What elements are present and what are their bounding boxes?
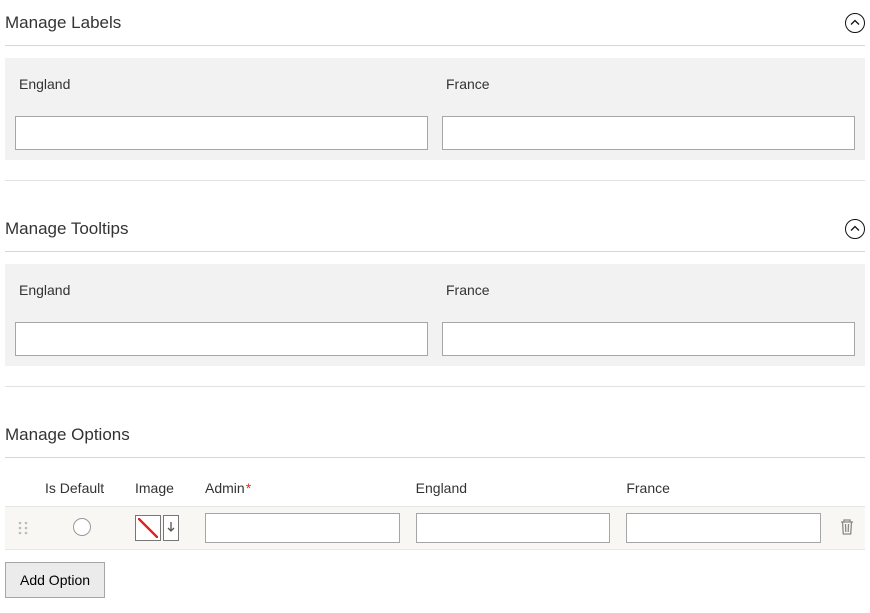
drag-handle[interactable] [13,520,29,536]
table-row [5,507,865,550]
drag-grip-icon [17,520,29,536]
image-placeholder[interactable] [135,515,161,541]
option-france-input[interactable] [626,513,821,543]
image-cell [135,515,189,541]
tooltips-store-cell: France [442,274,855,312]
delete-option-button[interactable] [839,518,855,536]
labels-store-cell: France [442,68,855,106]
tooltips-input-row [5,322,865,366]
manage-options-section: Manage Options Is Default Image Admin* E… [5,417,865,598]
label-france-input[interactable] [442,116,855,150]
tooltips-header-row: England France [5,264,865,322]
required-mark: * [246,480,251,496]
drag-cell [5,507,37,550]
chevron-up-icon [850,18,860,28]
admin-cell [197,507,408,550]
image-cell-td [127,507,197,550]
add-option-button[interactable]: Add Option [5,562,105,598]
labels-store-panel: England France [5,58,865,160]
delete-column-header [829,470,865,507]
image-download-button[interactable] [163,515,179,541]
store-label-england-tooltips: England [15,274,428,312]
admin-header-text: Admin [205,480,245,496]
options-table-body [5,507,865,550]
is-default-cell [37,507,127,550]
section-header: Manage Options [5,417,865,458]
drag-column-header [5,470,37,507]
tooltips-input-cell [15,322,428,356]
admin-header: Admin* [197,470,408,507]
section-spacer [5,180,865,181]
tooltips-input-cell [442,322,855,356]
tooltip-england-input[interactable] [15,322,428,356]
options-table-head: Is Default Image Admin* England France [5,470,865,507]
label-england-input[interactable] [15,116,428,150]
manage-tooltips-section: Manage Tooltips England France [5,211,865,387]
chevron-up-icon [850,224,860,234]
section-header: Manage Labels [5,5,865,46]
labels-header-row: England France [5,58,865,116]
labels-store-cell: England [15,68,428,106]
image-header: Image [127,470,197,507]
option-admin-input[interactable] [205,513,400,543]
manage-options-title: Manage Options [5,425,130,445]
manage-labels-title: Manage Labels [5,13,121,33]
manage-tooltips-title: Manage Tooltips [5,219,129,239]
store-label-france-labels: France [442,68,855,106]
labels-input-cell [15,116,428,150]
section-header: Manage Tooltips [5,211,865,252]
england-cell [408,507,619,550]
france-header: France [618,470,829,507]
tooltips-store-cell: England [15,274,428,312]
labels-input-cell [442,116,855,150]
france-cell [618,507,829,550]
collapse-toggle-labels[interactable] [845,13,865,33]
manage-labels-section: Manage Labels England France [5,5,865,181]
is-default-header: Is Default [37,470,127,507]
collapse-toggle-tooltips[interactable] [845,219,865,239]
store-label-france-tooltips: France [442,274,855,312]
trash-icon [839,518,855,536]
tooltip-france-input[interactable] [442,322,855,356]
arrow-down-icon [167,521,175,535]
section-spacer [5,386,865,387]
is-default-radio[interactable] [73,518,91,536]
labels-input-row [5,116,865,160]
options-table: Is Default Image Admin* England France [5,470,865,550]
delete-cell [829,507,865,550]
tooltips-store-panel: England France [5,264,865,366]
england-header: England [408,470,619,507]
option-england-input[interactable] [416,513,611,543]
store-label-england-labels: England [15,68,428,106]
